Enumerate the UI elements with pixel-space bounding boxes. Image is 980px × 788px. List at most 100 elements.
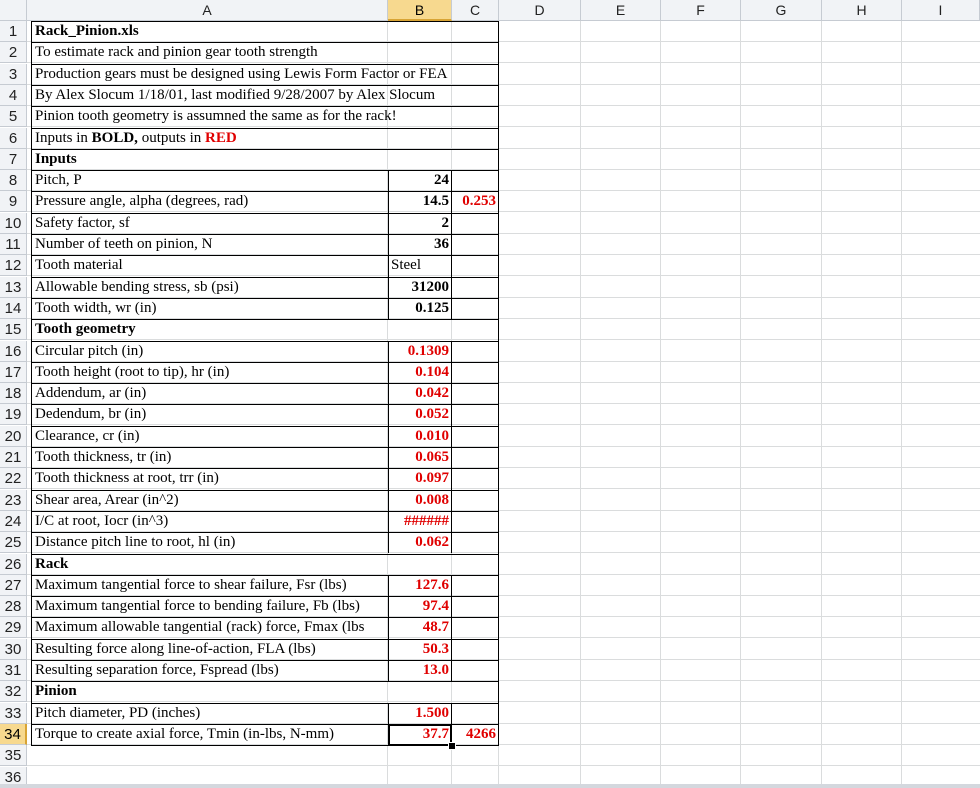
- row-header-1[interactable]: 1: [0, 21, 27, 42]
- row-header-10[interactable]: 10: [0, 212, 27, 234]
- cell-a2[interactable]: To estimate rack and pinion gear tooth s…: [32, 42, 492, 63]
- row-header-33[interactable]: 33: [0, 702, 27, 724]
- column-header-f[interactable]: F: [661, 0, 741, 21]
- cell-a26[interactable]: Rack: [32, 554, 492, 575]
- row-header-3[interactable]: 3: [0, 63, 27, 85]
- cell-a25[interactable]: Distance pitch line to root, hl (in): [32, 532, 388, 553]
- cell-b11[interactable]: 36: [388, 234, 452, 255]
- cell-b33[interactable]: 1.500: [388, 703, 452, 724]
- cell-a1[interactable]: Rack_Pinion.xls: [32, 21, 492, 42]
- fill-handle[interactable]: [448, 741, 456, 750]
- cell-a12[interactable]: Tooth material: [32, 255, 388, 276]
- row-header-4[interactable]: 4: [0, 84, 27, 106]
- row-header-12[interactable]: 12: [0, 255, 27, 277]
- row-header-13[interactable]: 13: [0, 276, 27, 298]
- cell-b21[interactable]: 0.065: [388, 447, 452, 468]
- row-header-9[interactable]: 9: [0, 191, 27, 213]
- cell-b19[interactable]: 0.052: [388, 404, 452, 425]
- row-header-24[interactable]: 24: [0, 510, 27, 532]
- cell-a27[interactable]: Maximum tangential force to shear failur…: [32, 575, 388, 596]
- cell-a35[interactable]: [32, 745, 492, 766]
- cell-a30[interactable]: Resulting force along line-of-action, FL…: [32, 639, 388, 660]
- cell-a29[interactable]: Maximum allowable tangential (rack) forc…: [32, 617, 388, 638]
- row-header-35[interactable]: 35: [0, 745, 27, 767]
- cell-a4[interactable]: By Alex Slocum 1/18/01, last modified 9/…: [32, 85, 492, 106]
- cell-c9[interactable]: 0.253: [452, 191, 499, 212]
- column-header-e[interactable]: E: [581, 0, 661, 21]
- row-header-28[interactable]: 28: [0, 596, 27, 618]
- cell-a11[interactable]: Number of teeth on pinion, N: [32, 234, 388, 255]
- cell-b17[interactable]: 0.104: [388, 362, 452, 383]
- row-header-14[interactable]: 14: [0, 297, 27, 319]
- cell-b14[interactable]: 0.125: [388, 298, 452, 319]
- cell-a16[interactable]: Circular pitch (in): [32, 341, 388, 362]
- cell-a18[interactable]: Addendum, ar (in): [32, 383, 388, 404]
- row-header-29[interactable]: 29: [0, 617, 27, 639]
- row-header-20[interactable]: 20: [0, 425, 27, 447]
- row-header-25[interactable]: 25: [0, 532, 27, 554]
- row-header-31[interactable]: 31: [0, 660, 27, 681]
- row-header-30[interactable]: 30: [0, 638, 27, 660]
- select-all-corner[interactable]: [0, 0, 27, 21]
- cell-b24[interactable]: ######: [388, 511, 452, 532]
- cell-a10[interactable]: Safety factor, sf: [32, 213, 388, 234]
- cell-a15[interactable]: Tooth geometry: [32, 319, 492, 340]
- cell-a22[interactable]: Tooth thickness at root, trr (in): [32, 468, 388, 489]
- cell-a34[interactable]: Torque to create axial force, Tmin (in-l…: [32, 724, 388, 745]
- row-header-5[interactable]: 5: [0, 106, 27, 128]
- cell-a32[interactable]: Pinion: [32, 681, 492, 702]
- column-header-a[interactable]: A: [27, 0, 388, 21]
- cell-b20[interactable]: 0.010: [388, 426, 452, 447]
- row-header-2[interactable]: 2: [0, 42, 27, 64]
- row-header-32[interactable]: 32: [0, 681, 27, 703]
- cell-a14[interactable]: Tooth width, wr (in): [32, 298, 388, 319]
- cell-b27[interactable]: 127.6: [388, 575, 452, 596]
- row-header-18[interactable]: 18: [0, 383, 27, 405]
- cell-b9[interactable]: 14.5: [388, 191, 452, 212]
- row-header-27[interactable]: 27: [0, 574, 27, 596]
- cell-c34[interactable]: 4266: [452, 724, 499, 745]
- cell-a5[interactable]: Pinion tooth geometry is assumned the sa…: [32, 106, 492, 127]
- cell-b12[interactable]: Steel: [388, 255, 452, 276]
- cell-b29[interactable]: 48.7: [388, 617, 452, 638]
- row-header-34[interactable]: 34: [0, 723, 27, 745]
- column-header-g[interactable]: G: [741, 0, 822, 21]
- cell-a17[interactable]: Tooth height (root to tip), hr (in): [32, 362, 388, 383]
- selected-cell-b34[interactable]: [388, 723, 452, 746]
- cell-a19[interactable]: Dedendum, br (in): [32, 404, 388, 425]
- row-header-8[interactable]: 8: [0, 170, 27, 192]
- cell-b18[interactable]: 0.042: [388, 383, 452, 404]
- cell-b13[interactable]: 31200: [388, 277, 452, 298]
- row-header-19[interactable]: 19: [0, 404, 27, 426]
- cell-a20[interactable]: Clearance, cr (in): [32, 426, 388, 447]
- row-header-15[interactable]: 15: [0, 319, 27, 341]
- cell-a33[interactable]: Pitch diameter, PD (inches): [32, 703, 388, 724]
- cell-a23[interactable]: Shear area, Arear (in^2): [32, 490, 388, 511]
- cell-b23[interactable]: 0.008: [388, 490, 452, 511]
- column-header-b[interactable]: B: [388, 0, 452, 21]
- row-header-26[interactable]: 26: [0, 553, 27, 575]
- cell-a28[interactable]: Maximum tangential force to bending fail…: [32, 596, 388, 617]
- cell-a6[interactable]: Inputs in BOLD, outputs in RED: [32, 128, 388, 149]
- column-header-h[interactable]: H: [822, 0, 902, 21]
- cell-b31[interactable]: 13.0: [388, 660, 452, 681]
- row-header-21[interactable]: 21: [0, 447, 27, 468]
- row-header-17[interactable]: 17: [0, 361, 27, 383]
- cell-b30[interactable]: 50.3: [388, 639, 452, 660]
- cell-a31[interactable]: Resulting separation force, Fspread (lbs…: [32, 660, 388, 681]
- cell-a21[interactable]: Tooth thickness, tr (in): [32, 447, 388, 468]
- row-header-16[interactable]: 16: [0, 340, 27, 362]
- cell-b22[interactable]: 0.097: [388, 468, 452, 489]
- cell-b28[interactable]: 97.4: [388, 596, 452, 617]
- cell-a7[interactable]: Inputs: [32, 149, 492, 170]
- cell-b16[interactable]: 0.1309: [388, 341, 452, 362]
- cell-b8[interactable]: 24: [388, 170, 452, 191]
- cell-a8[interactable]: Pitch, P: [32, 170, 388, 191]
- cell-b10[interactable]: 2: [388, 213, 452, 234]
- row-header-7[interactable]: 7: [0, 148, 27, 170]
- column-header-c[interactable]: C: [452, 0, 499, 21]
- cell-a9[interactable]: Pressure angle, alpha (degrees, rad): [32, 191, 388, 212]
- row-header-23[interactable]: 23: [0, 489, 27, 511]
- cell-a3[interactable]: Production gears must be designed using …: [32, 64, 492, 85]
- row-header-6[interactable]: 6: [0, 127, 27, 149]
